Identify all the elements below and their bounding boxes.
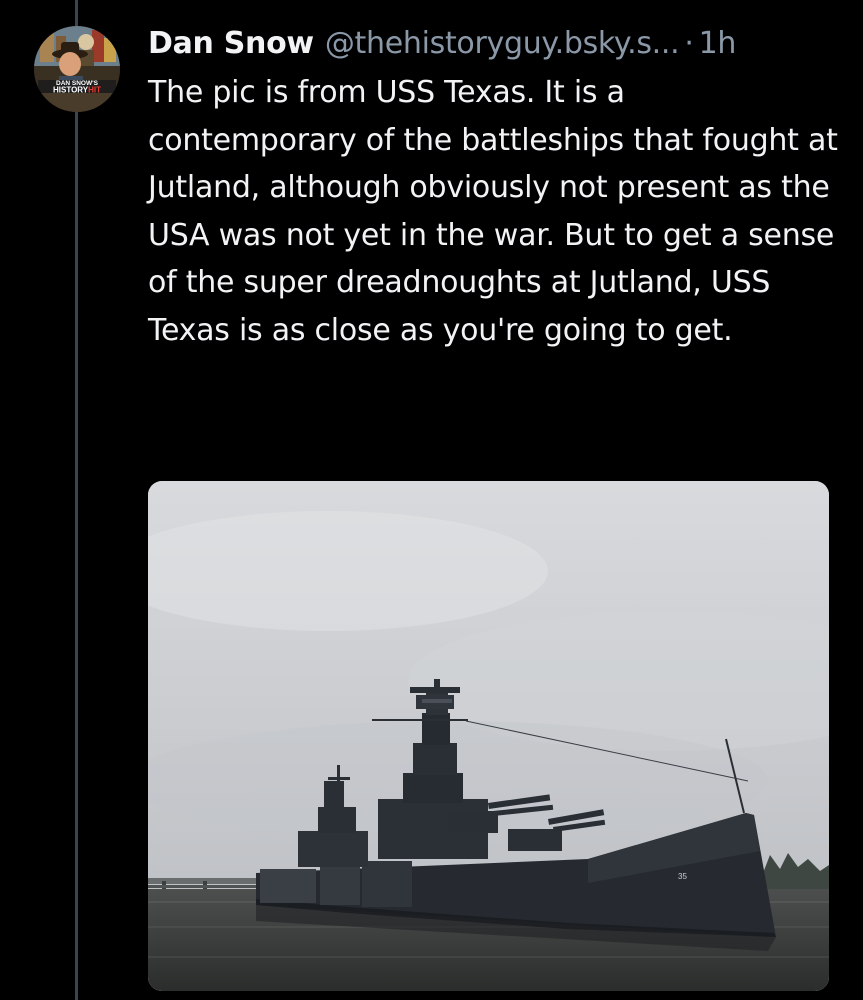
- author-name[interactable]: Dan Snow: [148, 22, 314, 66]
- hull-number: 35: [678, 872, 687, 881]
- thread-line-bottom: [75, 112, 78, 1000]
- thread-line-top: [75, 0, 78, 26]
- separator-dot: ·: [684, 26, 694, 61]
- post[interactable]: Dan Snow @thehistoryguy.bsky.s... · 1h T…: [148, 22, 848, 354]
- post-text: The pic is from USS Texas. It is a conte…: [148, 75, 838, 348]
- avatar-image: DAN SNOW'S HISTORYHIT: [34, 26, 120, 112]
- avatar[interactable]: DAN SNOW'S HISTORYHIT: [34, 26, 120, 112]
- battleship-photo: 35: [148, 481, 829, 991]
- post-timestamp[interactable]: 1h: [699, 22, 737, 66]
- author-handle[interactable]: @thehistoryguy.bsky.s...: [325, 22, 680, 66]
- post-header: Dan Snow @thehistoryguy.bsky.s... · 1h: [148, 22, 848, 66]
- post-image[interactable]: 35: [148, 481, 829, 991]
